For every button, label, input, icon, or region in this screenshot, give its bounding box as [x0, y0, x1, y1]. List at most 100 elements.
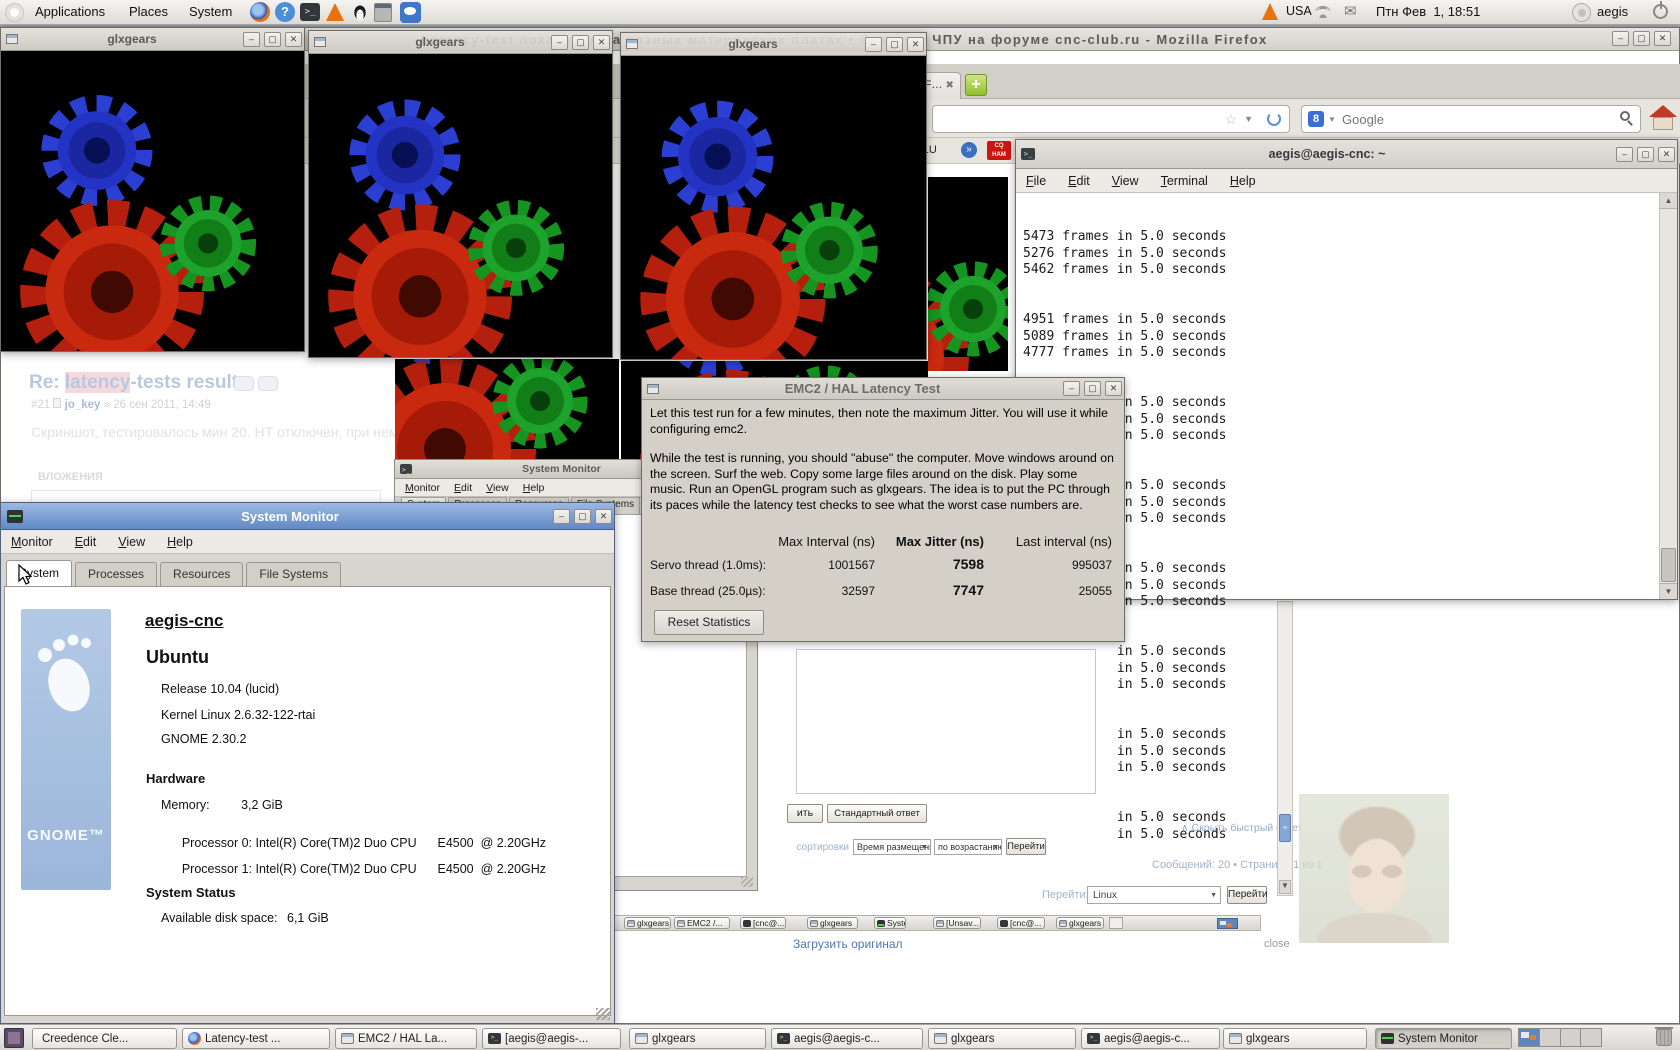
- glxgears-titlebar[interactable]: glxgears – ▢ ✕: [309, 31, 612, 54]
- show-desktop-icon[interactable]: [4, 1028, 24, 1048]
- minimize-icon[interactable]: –: [865, 36, 882, 52]
- tray-vlc-icon[interactable]: [1262, 3, 1278, 20]
- scrollbar-thumb[interactable]: [1661, 548, 1676, 582]
- minimize-icon[interactable]: –: [1612, 31, 1629, 46]
- taskbar-button-terminal-2[interactable]: >_ aegis@aegis-c...: [771, 1028, 923, 1049]
- keyboard-layout[interactable]: USA: [1286, 4, 1312, 18]
- close-icon[interactable]: ✕: [595, 508, 612, 524]
- google-icon[interactable]: 8: [1308, 111, 1324, 127]
- menu-file[interactable]: File: [1026, 174, 1046, 188]
- network-icon[interactable]: [1315, 6, 1331, 18]
- menu-monitor[interactable]: Monitor: [11, 535, 53, 549]
- post-user-badge-icon[interactable]: [258, 376, 278, 391]
- close-icon[interactable]: ✕: [907, 36, 924, 52]
- menu-terminal[interactable]: Terminal: [1161, 174, 1208, 188]
- post-author[interactable]: jo_key: [65, 399, 101, 411]
- terminal-titlebar[interactable]: >_ aegis@aegis-cnc: ~ – ▢ ✕: [1016, 140, 1677, 169]
- minimize-icon[interactable]: –: [553, 508, 570, 524]
- maximize-icon[interactable]: ▢: [572, 34, 589, 50]
- workspace-3[interactable]: [1559, 1029, 1581, 1046]
- bookmark-star-icon[interactable]: ☆: [1224, 111, 1237, 128]
- trash-icon[interactable]: [1655, 1027, 1673, 1046]
- tab-system[interactable]: System: [6, 560, 73, 586]
- taskbar-button-terminal-1[interactable]: >_ [aegis@aegis-...: [482, 1028, 621, 1049]
- menu-system[interactable]: System: [189, 4, 232, 19]
- taskbar-button-terminal-3[interactable]: >_ aegis@aegis-c...: [1081, 1028, 1220, 1049]
- mini-menu-edit[interactable]: Edit: [454, 482, 472, 494]
- user-avatar-icon[interactable]: [1572, 3, 1591, 22]
- calculator-launcher-icon[interactable]: [374, 3, 392, 22]
- minimize-icon[interactable]: –: [1063, 381, 1080, 396]
- terminal-scrollbar[interactable]: ▲ ▼: [1659, 193, 1677, 599]
- distributor-logo-icon[interactable]: [5, 3, 24, 22]
- scroll-down-icon[interactable]: ▼: [1660, 583, 1677, 599]
- mini-menu-view[interactable]: View: [486, 482, 509, 494]
- jump-go-button[interactable]: Перейти: [1227, 886, 1268, 904]
- close-icon[interactable]: ✕: [285, 31, 302, 47]
- tab-filesystems[interactable]: File Systems: [246, 562, 342, 586]
- sysmon-resize-grip[interactable]: [596, 1008, 610, 1020]
- sysmon-titlebar[interactable]: System Monitor – ▢ ✕: [1, 503, 614, 530]
- penguin-launcher-icon[interactable]: [350, 2, 370, 23]
- help-launcher-icon[interactable]: ?: [275, 2, 295, 22]
- mini-menu-monitor[interactable]: Monitor: [405, 482, 440, 494]
- vlc-launcher-icon[interactable]: [326, 3, 344, 21]
- url-bar[interactable]: ☆ ▼: [932, 105, 1290, 133]
- taskbar-button-firefox[interactable]: Latency-test ...: [182, 1028, 330, 1049]
- menu-places[interactable]: Places: [129, 4, 168, 19]
- menu-applications[interactable]: Applications: [35, 4, 105, 19]
- close-icon[interactable]: ✕: [593, 34, 610, 50]
- submit-button[interactable]: ить: [787, 804, 823, 823]
- emc2-titlebar[interactable]: EMC2 / HAL Latency Test – ▢ ✕: [642, 378, 1124, 400]
- search-engine-dropdown-icon[interactable]: ▼: [1328, 115, 1336, 124]
- minimize-icon[interactable]: –: [1616, 146, 1633, 162]
- maximize-icon[interactable]: ▢: [1633, 31, 1650, 46]
- post-link-badge-icon[interactable]: [234, 376, 254, 391]
- close-icon[interactable]: ✕: [1658, 146, 1675, 162]
- taskbar-button-glxgears-3[interactable]: glxgears: [1223, 1028, 1367, 1049]
- search-input[interactable]: [1342, 109, 1592, 129]
- bookmark-cqham-badge[interactable]: CQ НАМ: [987, 141, 1011, 160]
- menu-view[interactable]: View: [118, 535, 145, 549]
- taskbar-button-glxgears-2[interactable]: glxgears: [928, 1028, 1076, 1049]
- taskbar-button-emc2[interactable]: EMC2 / HAL La...: [335, 1028, 477, 1049]
- workspace-4[interactable]: [1580, 1029, 1601, 1046]
- maximize-icon[interactable]: ▢: [886, 36, 903, 52]
- home-button[interactable]: [1647, 103, 1679, 135]
- tab-resources[interactable]: Resources: [160, 562, 244, 586]
- close-icon[interactable]: ✕: [1105, 381, 1122, 396]
- new-tab-button[interactable]: +: [965, 74, 987, 96]
- workspace-1[interactable]: [1519, 1029, 1539, 1046]
- sort-field-select[interactable]: Время размещения ▼: [853, 839, 931, 855]
- taskbar-button-vlc[interactable]: Creedence Cle...: [32, 1028, 177, 1049]
- mini-sysmon-resize-grip[interactable]: [741, 877, 753, 887]
- sort-dir-select[interactable]: по возрастанию ▼: [934, 839, 1002, 855]
- maximize-icon[interactable]: ▢: [264, 31, 281, 47]
- scroll-up-icon[interactable]: ▲: [1660, 193, 1677, 209]
- mail-icon[interactable]: ✉: [1344, 2, 1357, 20]
- menu-help[interactable]: Help: [1230, 174, 1256, 188]
- maximize-icon[interactable]: ▢: [1637, 146, 1654, 162]
- menu-view[interactable]: View: [1112, 174, 1139, 188]
- power-icon[interactable]: [1653, 1, 1668, 19]
- workspace-switcher[interactable]: [1518, 1028, 1602, 1047]
- firefox-launcher-icon[interactable]: [250, 2, 270, 22]
- refresh-icon[interactable]: [1267, 112, 1281, 126]
- bookmark-chevron-badge-icon[interactable]: »: [961, 142, 977, 158]
- reset-statistics-button[interactable]: Reset Statistics: [654, 610, 764, 635]
- download-original-link[interactable]: Загрузить оригинал: [793, 937, 903, 951]
- mini-menu-help[interactable]: Help: [523, 482, 545, 494]
- taskbar-button-sysmon[interactable]: System Monitor: [1375, 1028, 1512, 1049]
- minimize-icon[interactable]: –: [243, 31, 260, 47]
- standard-reply-button[interactable]: Стандартный ответ: [827, 804, 927, 823]
- glxgears-titlebar[interactable]: glxgears – ▢ ✕: [621, 33, 926, 56]
- clock[interactable]: Птн Фев 1, 18:51: [1376, 4, 1480, 19]
- scrollbar-down-icon[interactable]: ▼: [1279, 880, 1291, 894]
- search-box[interactable]: 8 ▼: [1301, 105, 1641, 133]
- taskbar-button-glxgears-1[interactable]: glxgears: [629, 1028, 766, 1049]
- terminal-launcher-icon[interactable]: >_: [300, 3, 320, 21]
- glxgears-titlebar[interactable]: glxgears – ▢ ✕: [1, 28, 304, 51]
- menu-edit[interactable]: Edit: [1068, 174, 1090, 188]
- tab-processes[interactable]: Processes: [75, 562, 158, 586]
- url-dropdown-icon[interactable]: ▼: [1244, 114, 1253, 124]
